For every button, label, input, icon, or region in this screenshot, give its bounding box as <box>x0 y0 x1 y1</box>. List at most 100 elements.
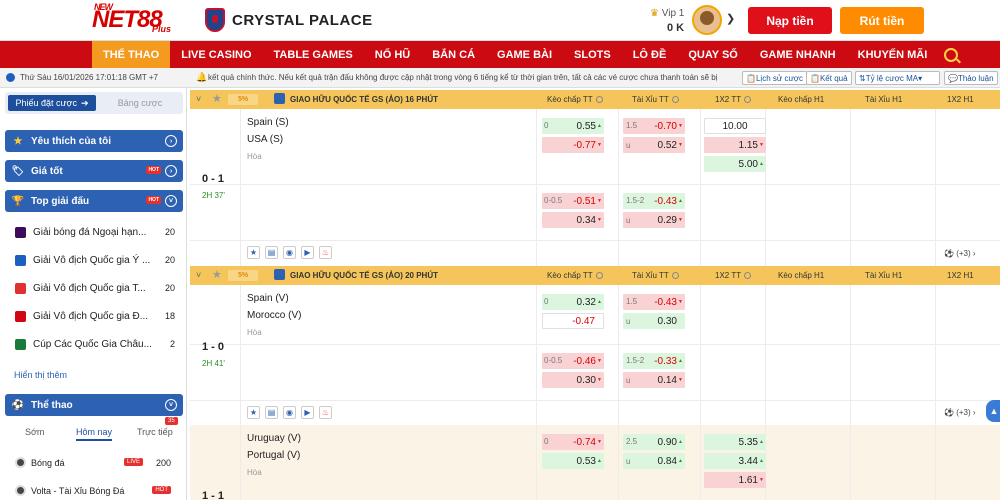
odds-type-select[interactable]: ⇅ Tỷ lệ cược MA ▾ <box>855 71 940 85</box>
sport-item-volta[interactable]: Volta - Tài Xỉu Bóng Đá HOT <box>5 480 183 502</box>
tag-icon: 🏷 <box>11 165 25 177</box>
sidebar-best-odds[interactable]: 🏷 Giá tốt HOT › <box>5 160 183 182</box>
tab-betslip[interactable]: Phiếu đặt cược ➔ <box>8 95 96 111</box>
nav-item-live-casino[interactable]: LIVE CASINO <box>170 41 262 68</box>
match-actions: ★ ▤ ◉ ▶ ♨ <box>247 246 332 260</box>
more-markets[interactable]: ⚽ (+3) › <box>944 408 976 417</box>
collapse-icon[interactable]: ˅ <box>196 270 201 280</box>
nav-item-promotions[interactable]: KHUYẾN MÃI <box>847 41 939 68</box>
odd-button[interactable]: -0.77 ▼ <box>542 137 604 153</box>
odd-button[interactable]: 0.32 ▲ <box>542 294 604 310</box>
nav-item-sports[interactable]: THỂ THAO <box>92 41 171 68</box>
home-team: Spain (V) <box>247 293 289 304</box>
fire-icon[interactable]: ♨ <box>319 246 332 259</box>
odd-button[interactable]: 0.34 ▼ <box>542 212 604 228</box>
nav-item-fishing[interactable]: BẮN CÁ <box>421 41 486 68</box>
play-icon[interactable]: ▶ <box>301 406 314 419</box>
col-1x2: 1X2 TT <box>715 271 752 280</box>
league-item[interactable]: Giải Vô địch Quốc gia T... 20 <box>5 274 183 302</box>
col-handicap-h1: Kèo chấp H1 <box>778 271 825 280</box>
sidebar-top-leagues[interactable]: 🏆 Top giải đấu HOT ˅ <box>5 190 183 212</box>
odd-button[interactable]: 1.15 ▼ <box>704 137 766 153</box>
withdraw-button[interactable]: Rút tiền <box>840 7 924 34</box>
col-handicap: Kèo chấp TT <box>547 271 603 280</box>
tab-today[interactable]: Hôm nay <box>76 427 113 441</box>
sidebar: Phiếu đặt cược ➔ Bảng cược ★ Yêu thích của… <box>0 88 187 500</box>
scroll-to-top-icon[interactable]: ▲ <box>986 400 1000 422</box>
sport-item-football[interactable]: Bóng đá LIVE 200 <box>5 452 183 474</box>
tab-early[interactable]: Sớm <box>25 427 44 437</box>
favorite-star-icon[interactable]: ★ <box>212 92 222 105</box>
odd-button[interactable]: 5.00 ▲ <box>704 156 766 172</box>
odd-button[interactable]: 3.44 ▲ <box>704 453 766 469</box>
nav-item-quick-games[interactable]: GAME NHANH <box>749 41 847 68</box>
match-score: 1 - 1 <box>202 490 225 500</box>
home-team: Spain (S) <box>247 117 289 128</box>
col-over-under-h1: Tài Xỉu H1 <box>865 271 903 280</box>
star-icon[interactable]: ★ <box>247 246 260 259</box>
odd-button[interactable]: 5.35 ▲ <box>704 434 766 450</box>
odd-button[interactable]: -0.74 ▼ <box>542 434 604 450</box>
eye-icon[interactable]: ◉ <box>283 406 296 419</box>
match-row: Uruguay (V) Portugal (V) Hòa 1 - 1 0 -0.… <box>190 425 1000 500</box>
bet-history-button[interactable]: 📋 Lịch sử cược <box>742 71 808 85</box>
league-item[interactable]: Cúp Các Quốc Gia Châu... 2 <box>5 330 183 358</box>
odd-button[interactable]: 0.52 ▼ <box>623 137 685 153</box>
nav-item-card-games[interactable]: GAME BÀI <box>486 41 563 68</box>
away-team: Morocco (V) <box>247 310 302 321</box>
nav-item-table-games[interactable]: TABLE GAMES <box>263 41 364 68</box>
crystal-palace-crest-icon <box>205 8 225 32</box>
stats-icon[interactable]: ▤ <box>265 406 278 419</box>
away-team: Portugal (V) <box>247 450 301 461</box>
league-item[interactable]: Giải Vô địch Quốc gia Ý ... 20 <box>5 246 183 274</box>
arrow-circle-icon: ➔ <box>80 97 89 108</box>
nav-item-jackpot[interactable]: NỔ HŨ <box>364 41 421 68</box>
collapse-icon[interactable]: ˅ <box>196 94 201 104</box>
tab-bet-board[interactable]: Bảng cược <box>101 95 179 111</box>
nav-item-lottery[interactable]: LÔ ĐỀ <box>622 41 678 68</box>
odd-button[interactable]: 0.30 <box>623 313 685 329</box>
match-score: 0 - 1 <box>202 173 225 185</box>
odd-button[interactable]: 0.53 ▲ <box>542 453 604 469</box>
more-markets[interactable]: ⚽ (+3) › <box>944 249 976 258</box>
search-icon[interactable] <box>944 47 959 62</box>
league-header[interactable]: ˅ ★ 5% GIAO HỮU QUỐC TẾ GS (ẢO) 16 PHÚT … <box>190 90 1000 109</box>
sidebar-sports[interactable]: ⚽ Thể thao ˅ <box>5 394 183 416</box>
league-item[interactable]: Giải bóng đá Ngoại hạn... 20 <box>5 218 183 246</box>
vip-level[interactable]: ♛ Vip 1 <box>650 8 684 19</box>
deposit-button[interactable]: Nạp tiền <box>748 7 832 34</box>
hot-badge: HOT <box>146 166 161 174</box>
league-header[interactable]: ˅ ★ 5% GIAO HỮU QUỐC TẾ GS (ẢO) 20 PHÚT … <box>190 266 1000 285</box>
league-item[interactable]: Giải Vô địch Quốc gia Đ... 18 <box>5 302 183 330</box>
col-handicap: Kèo chấp TT <box>547 95 603 104</box>
col-1x2: 1X2 TT <box>715 95 752 104</box>
avatar[interactable] <box>692 5 722 35</box>
cashback-badge: 5% <box>228 94 258 105</box>
chevron-down-icon[interactable]: ❯ <box>726 12 735 25</box>
announcement-text: kết quả chính thức. Nếu kết quả trận đấu… <box>208 73 718 82</box>
nav-item-number-draw[interactable]: QUAY SỐ <box>677 41 749 68</box>
stats-icon[interactable]: ▤ <box>265 246 278 259</box>
nav-item-slots[interactable]: SLOTS <box>563 41 622 68</box>
odd-button[interactable]: 0.84 ▲ <box>623 453 685 469</box>
premier-league-icon <box>15 227 26 238</box>
results-button[interactable]: 📋 Kết quả <box>806 71 852 85</box>
star-icon[interactable]: ★ <box>247 406 260 419</box>
discussion-button[interactable]: 💬 Thảo luận <box>944 71 998 85</box>
odd-button[interactable]: 10.00 <box>704 118 766 134</box>
sidebar-favorites[interactable]: ★ Yêu thích của tôi › <box>5 130 183 152</box>
live-count-badge: 35 <box>165 417 178 425</box>
odd-button[interactable]: -0.47 <box>542 313 604 329</box>
eye-icon[interactable]: ◉ <box>283 246 296 259</box>
odd-button[interactable]: 0.14 ▼ <box>623 372 685 388</box>
tab-live[interactable]: Trực tiếp <box>137 427 173 437</box>
main-nav: THỂ THAO LIVE CASINO TABLE GAMES NỔ HŨ B… <box>0 41 1000 68</box>
odd-button[interactable]: 0.30 ▼ <box>542 372 604 388</box>
favorite-star-icon[interactable]: ★ <box>212 268 222 281</box>
odd-button[interactable]: 1.61 ▼ <box>704 472 766 488</box>
show-more-link[interactable]: Hiển thị thêm <box>14 370 67 380</box>
fire-icon[interactable]: ♨ <box>319 406 332 419</box>
odd-button[interactable]: 0.29 ▼ <box>623 212 685 228</box>
play-icon[interactable]: ▶ <box>301 246 314 259</box>
odd-button[interactable]: 0.55 ▲ <box>542 118 604 134</box>
